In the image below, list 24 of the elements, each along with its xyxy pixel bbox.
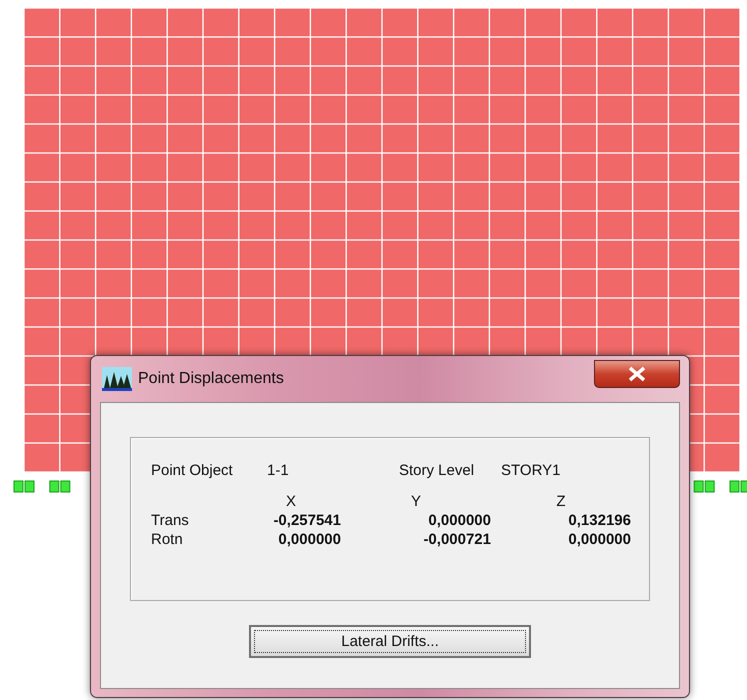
close-button[interactable]: [594, 360, 680, 388]
column-header: Z: [555, 493, 567, 510]
support-icon: [730, 480, 747, 492]
row-label: Rotn: [151, 531, 184, 548]
support-icon: [14, 480, 34, 492]
point-object-value: 1-1: [267, 462, 290, 479]
value-cell-text: 0,132196: [567, 512, 631, 529]
row-label: Trans: [151, 512, 190, 529]
value-cell-text: 0,000000: [427, 512, 491, 529]
story-level-label: Story Level: [399, 462, 476, 479]
column-header: Y: [410, 493, 422, 510]
close-icon: [628, 366, 646, 382]
support-icon: [694, 480, 715, 492]
point-object-label: Point Object: [151, 462, 234, 479]
value-cell-text: -0,000721: [422, 531, 491, 548]
lateral-drifts-button[interactable]: Lateral Drifts...: [249, 625, 531, 658]
value-cell-text: 0,000000: [277, 531, 341, 548]
support-icon: [49, 480, 70, 492]
value-cell-text: -0,257541: [272, 512, 341, 529]
story-level-value: STORY1: [501, 462, 562, 479]
value-cell-text: 0,000000: [567, 531, 631, 548]
window-title: Point Displacements: [138, 370, 285, 388]
column-header: X: [284, 493, 297, 510]
app-icon: [102, 367, 132, 391]
